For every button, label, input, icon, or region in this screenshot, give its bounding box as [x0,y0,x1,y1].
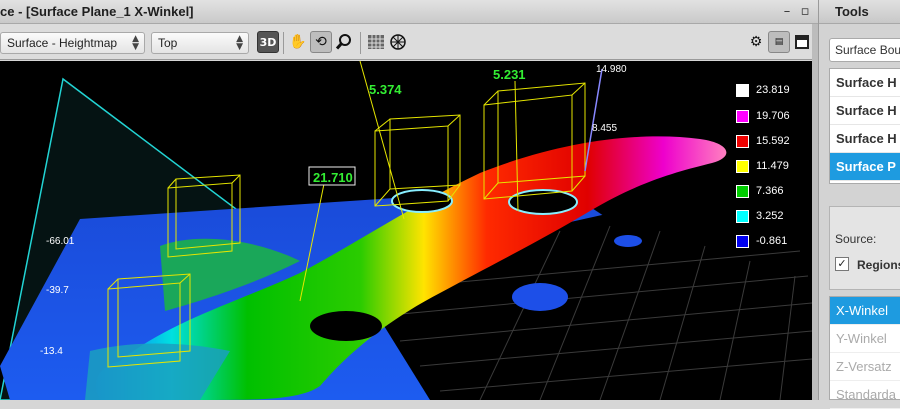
regions-checkbox[interactable]: ✓ [835,257,849,271]
panel-toggle-icon[interactable]: ▤ [768,31,790,53]
toolbar-separator [283,32,284,54]
y-axis-tick-label: -13.4 [40,346,63,357]
view-mode-select[interactable]: Surface - Heightmap ▲ ▼ [0,32,145,54]
measurement-label-height: 21.710 [313,170,353,185]
legend-value: 19.706 [756,110,790,122]
legend-swatch [736,84,749,97]
tool-list: Surface H Surface H Surface H Surface P [829,68,900,184]
tool-list-item[interactable]: Surface H [830,97,900,125]
legend-swatch [736,135,749,148]
tool-list-item[interactable]: Surface H [830,69,900,97]
grid-toggle-icon[interactable] [365,31,387,53]
window-title: ce - [Surface Plane_1 X-Winkel] [0,4,194,19]
legend-value: 23.819 [756,84,790,96]
minimize-button[interactable]: – [778,3,796,21]
zoom-magnifier-icon[interactable] [333,31,355,53]
z-axis-tick-label: 8.455 [592,123,618,134]
legend-value: 11.479 [756,160,789,172]
y-axis-tick-label: -39.7 [46,285,69,296]
measurement-item[interactable]: Z-Versatz [830,353,900,381]
legend-row: 23.819 [736,84,806,98]
view-mode-value: Surface - Heightmap [7,36,118,50]
y-axis-tick-label: -66.01 [46,236,75,247]
pan-hand-icon[interactable]: ✋ [287,31,309,53]
window-dock-icon[interactable] [791,31,813,53]
tools-panel: Tools Surface Bou Surface H Surface H Su… [818,0,900,409]
view-toolbar: Surface - Heightmap ▲ ▼ Top ▲ ▼ 3D ✋ ⟲ ⚙ ▤ [0,24,818,60]
legend-row: 19.706 [736,110,806,124]
measurement-label-hole-right: 5.231 [493,67,526,82]
tool-type-select[interactable]: Surface Bou [829,38,900,62]
orientation-value: Top [158,36,178,50]
regions-label: Regions [857,258,900,272]
toolbar-separator [360,32,361,54]
tool-list-item-selected[interactable]: Surface P [830,153,900,181]
legend-row: 11.479 [736,160,806,174]
z-axis-tick-label: 14.980 [596,64,627,75]
3d-heightmap-viewport[interactable]: 21.710 5.374 5.231 14.980 8.455 -66.01 -… [0,61,812,400]
legend-row: -0.861 [736,235,806,249]
window-title-bar: ce - [Surface Plane_1 X-Winkel] – ▫ [0,0,818,24]
legend-swatch [736,185,749,198]
wireframe-icon[interactable] [387,31,409,53]
legend-swatch [736,210,749,223]
measurement-label-hole-left: 5.374 [369,82,402,97]
measurement-item[interactable]: Y-Winkel [830,325,900,353]
rotate-3d-icon[interactable]: ⟲ [310,31,332,53]
tools-panel-title: Tools [819,0,900,24]
maximize-button[interactable]: ▫ [796,3,814,21]
orientation-select[interactable]: Top ▲ ▼ [151,32,249,54]
legend-value: 15.592 [756,135,790,147]
measurement-item[interactable]: Standarda [830,381,900,409]
source-label: Source: [835,232,877,246]
legend-value: -0.861 [756,235,788,247]
legend-row: 3.252 [736,210,806,224]
legend-row: 15.592 [736,135,806,149]
hole-lower [310,311,382,341]
legend-row: 7.366 [736,185,806,199]
view-3d-button[interactable]: 3D [257,31,279,53]
legend-swatch [736,110,749,123]
select-arrows-icon: ▲ ▼ [236,34,243,52]
legend-swatch [736,235,749,248]
base-hole-blob [512,283,568,311]
tool-list-item[interactable]: Surface H [830,125,900,153]
legend-value: 7.366 [756,185,784,197]
settings-gear-icon[interactable]: ⚙ [745,31,767,53]
tool-settings-panel [829,206,900,290]
measurement-item-selected[interactable]: X-Winkel [830,297,900,325]
legend-value: 3.252 [756,210,784,222]
measurement-list: X-Winkel Y-Winkel Z-Versatz Standarda [829,296,900,409]
base-hole-blob [614,235,642,247]
heightmap-render [0,61,812,400]
select-arrows-icon: ▲ ▼ [132,34,139,52]
legend-swatch [736,160,749,173]
